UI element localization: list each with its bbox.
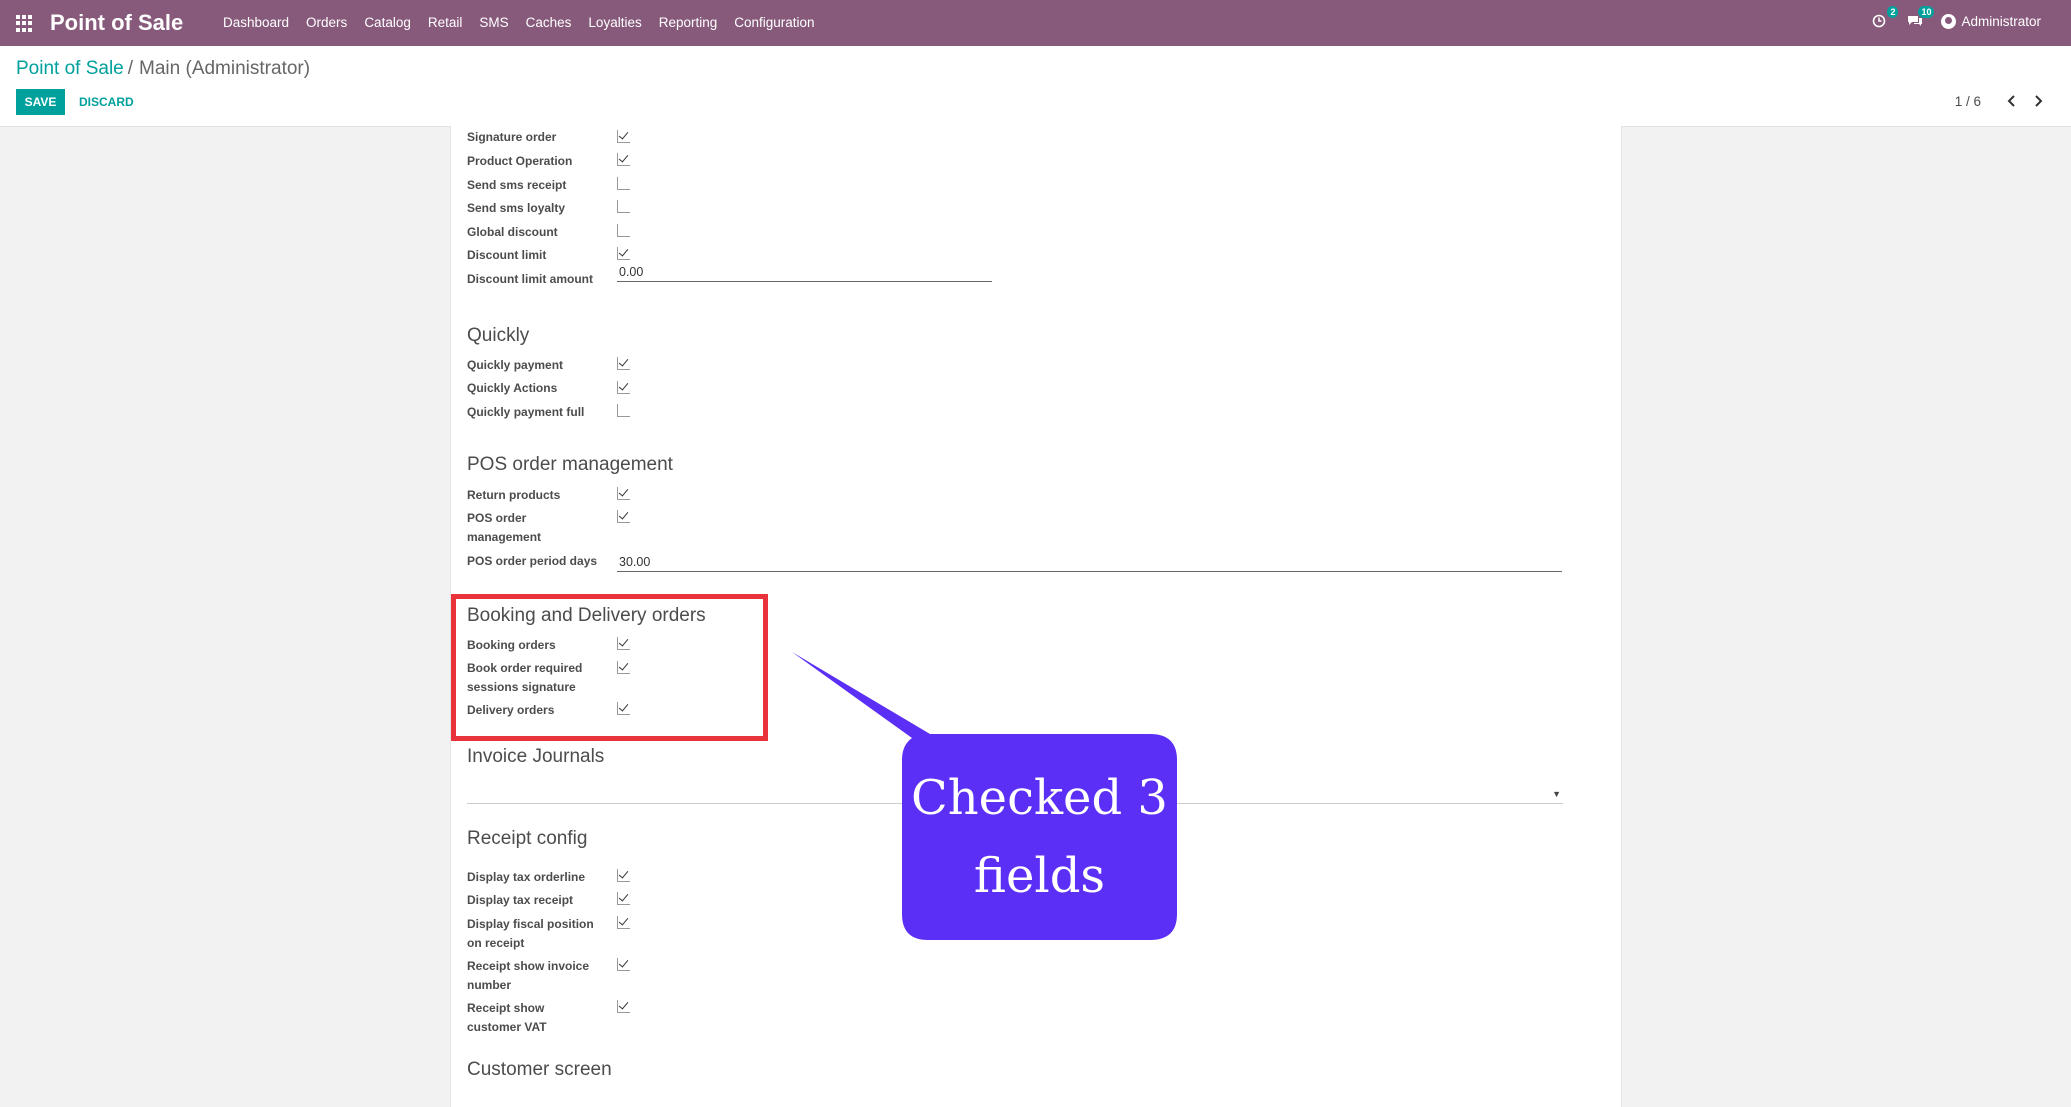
callout-bubble bbox=[792, 652, 1177, 940]
callout-text: Checked 3 fields bbox=[911, 770, 1168, 904]
